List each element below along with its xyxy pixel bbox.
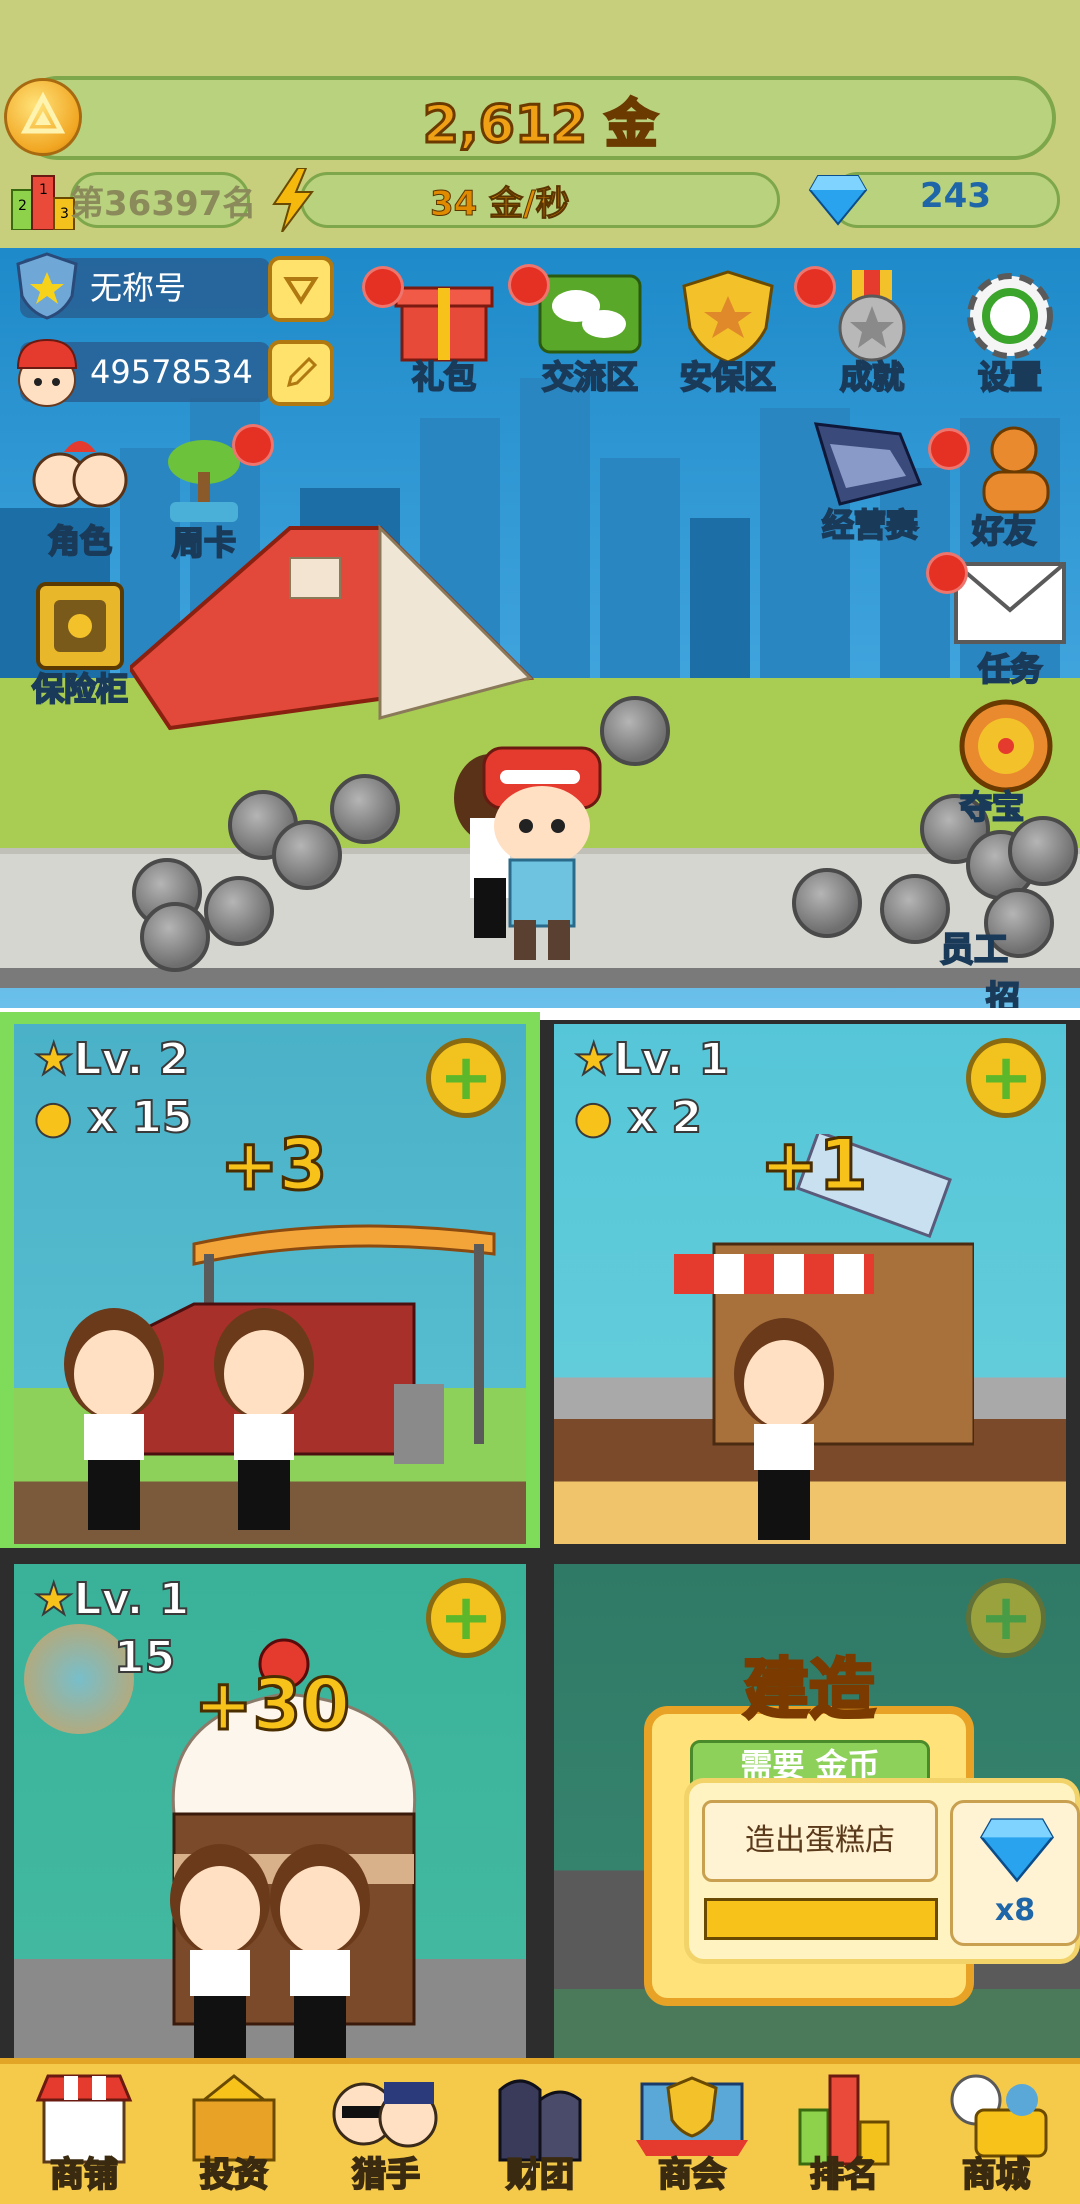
notification-dot <box>232 424 274 466</box>
gold-amount: 2,612 金 <box>421 94 659 157</box>
star-icon: ★ <box>33 1033 74 1086</box>
notification-dot <box>926 552 968 594</box>
upgrade-button[interactable]: + <box>426 1578 506 1658</box>
shop-staff-count: 15 <box>113 1631 176 1684</box>
nav-mall[interactable]: 商城 <box>926 2070 1066 2200</box>
player-character[interactable] <box>430 708 610 968</box>
diamond-cost: x8 <box>994 1893 1036 1928</box>
curb <box>0 968 1080 988</box>
settings-button[interactable]: 设置 <box>950 266 1070 397</box>
diamond-icon <box>979 1818 1055 1883</box>
rank-text: 第36397名 <box>70 184 257 224</box>
tasks-button[interactable]: 任务 <box>950 558 1070 689</box>
nav-consortium[interactable]: 财团 <box>470 2070 610 2200</box>
svg-text:1: 1 <box>39 182 48 198</box>
person-icon: ● <box>573 1091 613 1144</box>
player-id: 49578534 <box>90 353 253 391</box>
staff-pair <box>64 1308 314 1530</box>
upgrade-button[interactable]: + <box>426 1038 506 1118</box>
staff-pair <box>170 1844 370 2058</box>
person-icon: ● <box>33 1091 73 1144</box>
security-button[interactable]: 安保区 <box>668 266 788 397</box>
envelope-icon <box>954 562 1066 644</box>
build-with-diamond-button[interactable]: x8 <box>950 1800 1080 1946</box>
upgrade-button: + <box>966 1578 1046 1658</box>
nav-hunter[interactable]: 猎手 <box>316 2070 456 2200</box>
build-cake-shop-text: 造出蛋糕店 <box>702 1800 938 1882</box>
shop-level: ★Lv. 1 <box>573 1033 730 1086</box>
badge-shield-icon <box>12 250 82 322</box>
build-title: 建造 <box>742 1650 877 1730</box>
nav-ranking[interactable]: 排名 <box>774 2070 914 2200</box>
income-popup: +30 <box>192 1663 351 1748</box>
lightning-icon <box>270 167 316 233</box>
svg-text:3: 3 <box>60 206 69 222</box>
shop-level: ★Lv. 1 <box>33 1573 190 1626</box>
avatar[interactable] <box>12 334 82 408</box>
shop-card-3[interactable]: ★Lv. 1 15 + +30 <box>14 1564 526 2058</box>
edit-name-button[interactable] <box>268 340 334 406</box>
staff-single <box>734 1318 834 1540</box>
pencil-icon <box>286 356 318 388</box>
characters-button[interactable]: 角色 <box>20 430 140 561</box>
treasure-button[interactable]: 夺宝 <box>952 696 1072 827</box>
star-icon: ★ <box>33 1573 74 1626</box>
coin-pickup[interactable] <box>330 774 400 844</box>
notification-dot <box>362 266 404 308</box>
contest-button[interactable]: 经营赛 <box>810 414 930 545</box>
safe-icon <box>36 582 124 670</box>
star-icon: ★ <box>573 1033 614 1086</box>
notification-dot <box>928 428 970 470</box>
shop-card-1[interactable]: ★Lv. 2 ● x 15 + +3 <box>14 1024 526 1544</box>
income-popup: +1 <box>758 1123 868 1208</box>
characters-icon <box>32 441 128 508</box>
shop-staff-count: ● x 2 <box>573 1091 703 1144</box>
gear-icon <box>967 273 1053 359</box>
wheel-icon <box>959 699 1053 793</box>
nav-guild[interactable]: 商会 <box>622 2070 762 2200</box>
upgrade-button[interactable]: + <box>966 1038 1046 1118</box>
shield-icon <box>682 270 774 364</box>
coin-pickup[interactable] <box>204 876 274 946</box>
diamond-icon <box>808 174 868 226</box>
notification-dot <box>508 264 550 306</box>
chevron-down-icon <box>283 277 319 305</box>
speed-text: 34 金/秒 <box>430 184 571 225</box>
svg-text:2: 2 <box>18 198 27 214</box>
shop-card-2[interactable]: ★Lv. 1 ● x 2 + +1 <box>554 1024 1066 1544</box>
diamond-count: 243 <box>920 176 991 216</box>
shop-card-build[interactable]: + 建造 需要 金币 造出蛋糕店 x8 <box>554 1564 1080 2058</box>
shop-staff-count: ● x 15 <box>33 1091 194 1144</box>
notification-dot <box>794 266 836 308</box>
coin-pickup[interactable] <box>600 696 670 766</box>
recruit-label[interactable]: 员工招 <box>939 922 1080 1020</box>
shop-level: ★Lv. 2 <box>33 1033 190 1086</box>
title-dropdown-button[interactable] <box>268 256 334 322</box>
coin-pickup[interactable] <box>272 820 342 890</box>
player-title: 无称号 <box>90 269 187 307</box>
safe-button[interactable]: 保险柜 <box>20 578 140 709</box>
nav-invest[interactable]: 投资 <box>164 2070 304 2200</box>
contest-icon <box>813 422 923 506</box>
nav-shop[interactable]: 商铺 <box>14 2070 154 2200</box>
podium-icon: 2 1 3 <box>10 172 76 231</box>
coin-pickup[interactable] <box>792 868 862 938</box>
build-progress-bar <box>704 1898 938 1940</box>
coin-pickup[interactable] <box>140 902 210 972</box>
income-popup: +3 <box>218 1123 328 1208</box>
